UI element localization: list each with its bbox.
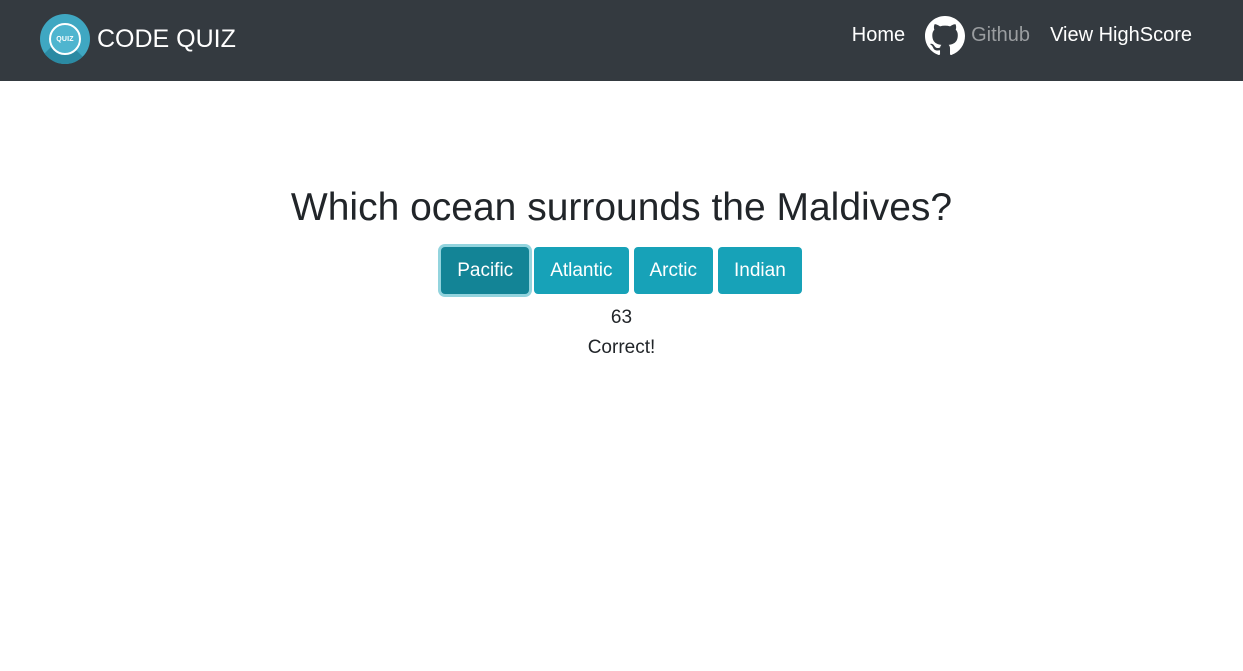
question-heading: Which ocean surrounds the Maldives? xyxy=(290,186,953,229)
choice-button-indian[interactable]: Indian xyxy=(718,247,802,294)
navbar: QUIZ CODE QUIZ Home Github View HighScor… xyxy=(0,0,1243,81)
nav-links: Home Github View HighScore xyxy=(852,0,1192,71)
logo-ring: QUIZ xyxy=(49,23,81,55)
choice-button-atlantic[interactable]: Atlantic xyxy=(534,247,629,294)
github-icon xyxy=(925,15,966,55)
choice-button-arctic[interactable]: Arctic xyxy=(633,247,713,294)
choices-group: Pacific Atlantic Arctic Indian xyxy=(0,247,1243,294)
brand-title: CODE QUIZ xyxy=(97,25,236,53)
github-label: Github xyxy=(971,24,1031,46)
quiz-main: Which ocean surrounds the Maldives? Paci… xyxy=(0,81,1243,360)
feedback-message: Correct! xyxy=(587,337,656,358)
choice-button-pacific[interactable]: Pacific xyxy=(441,247,530,294)
nav-highscore-link[interactable]: View HighScore xyxy=(1050,24,1192,47)
nav-github-link[interactable]: Github xyxy=(925,15,1031,56)
nav-home-link[interactable]: Home xyxy=(852,24,905,47)
logo-text: QUIZ xyxy=(56,35,74,43)
score-display: 63 xyxy=(610,307,633,328)
quiz-logo-icon: QUIZ xyxy=(40,14,90,64)
brand-link[interactable]: QUIZ CODE QUIZ xyxy=(40,14,236,64)
